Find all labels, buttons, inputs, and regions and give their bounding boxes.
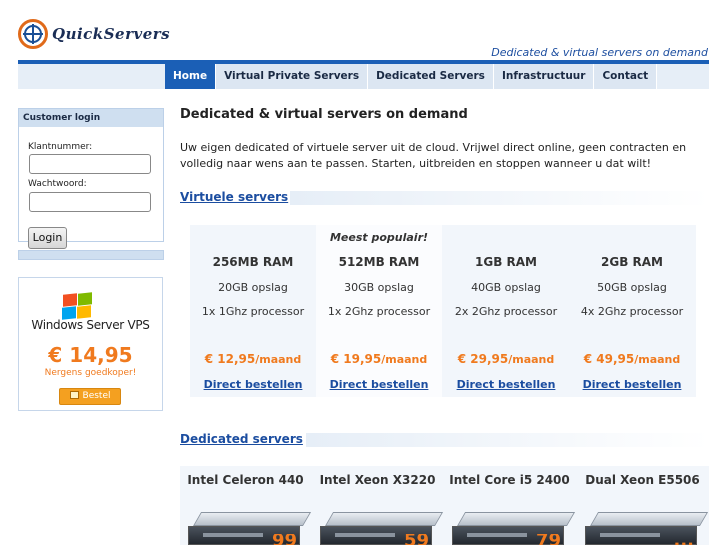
section-divider bbox=[306, 433, 709, 447]
server-name: Intel Xeon X3220 bbox=[319, 473, 436, 487]
dedicated-servers-table: Intel Celeron 440 99 Intel Xeon X3220 59… bbox=[180, 466, 709, 545]
nav-infrastructure[interactable]: Infrastructuur bbox=[493, 64, 595, 89]
server-price: 79 bbox=[535, 534, 561, 545]
vps-plan: 256MB RAM 20GB opslag 1x 1Ghz processor … bbox=[190, 225, 316, 397]
plan-ram: 2GB RAM bbox=[601, 255, 663, 269]
promo-order-label: Bestel bbox=[82, 391, 111, 401]
plan-cpu: 1x 2Ghz processor bbox=[327, 305, 431, 318]
password-input[interactable] bbox=[29, 192, 151, 212]
plan-cpu: 2x 2Ghz processor bbox=[454, 305, 558, 318]
plan-price: € 19,95/maand bbox=[330, 352, 428, 366]
plan-ram: 512MB RAM bbox=[338, 255, 420, 269]
vps-section-link[interactable]: Virtuele servers bbox=[180, 190, 288, 204]
server-price: 99 bbox=[271, 534, 297, 545]
popular-badge: Meest populair! bbox=[329, 231, 429, 244]
intro-text: Uw eigen dedicated of virtuele server ui… bbox=[180, 141, 687, 170]
server-name: Intel Celeron 440 bbox=[187, 473, 304, 487]
plan-price: € 29,95/maand bbox=[457, 352, 555, 366]
windows-vps-promo[interactable]: Windows Server VPS € 14,95 Nergens goedk… bbox=[18, 277, 163, 411]
login-button[interactable]: Login bbox=[28, 227, 67, 249]
plan-disk: 50GB opslag bbox=[597, 281, 667, 294]
server-name: Intel Core i5 2400 bbox=[449, 473, 570, 487]
order-link[interactable]: Direct bestellen bbox=[443, 378, 569, 391]
plan-cpu: 4x 2Ghz processor bbox=[580, 305, 684, 318]
page-title: Dedicated & virtual servers on demand bbox=[180, 107, 468, 122]
promo-order-button[interactable]: Bestel bbox=[59, 388, 121, 405]
vps-plans-table: 256MB RAM 20GB opslag 1x 1Ghz processor … bbox=[190, 225, 696, 397]
nav-home[interactable]: Home bbox=[165, 64, 217, 89]
server-name: Dual Xeon E5506 bbox=[585, 473, 700, 487]
password-label: Wachtwoord: bbox=[28, 179, 87, 189]
username-label: Klantnummer: bbox=[28, 142, 93, 152]
dedicated-server: Dual Xeon E5506 ... bbox=[577, 466, 709, 545]
order-link[interactable]: Direct bestellen bbox=[316, 378, 442, 391]
nav-dedicated[interactable]: Dedicated Servers bbox=[368, 64, 494, 89]
plan-ram: 256MB RAM bbox=[212, 255, 294, 269]
server-price: 59 bbox=[403, 534, 429, 545]
customer-login-panel: Customer login Klantnummer: Wachtwoord: … bbox=[18, 108, 164, 249]
plan-ram: 1GB RAM bbox=[475, 255, 537, 269]
nav-contact[interactable]: Contact bbox=[594, 64, 658, 89]
plan-disk: 30GB opslag bbox=[344, 281, 414, 294]
secondary-panel-header bbox=[18, 250, 164, 260]
tagline: Dedicated & virtual servers on demand bbox=[491, 46, 708, 59]
plan-price: € 12,95/maand bbox=[204, 352, 302, 366]
dedicated-section-link[interactable]: Dedicated servers bbox=[180, 432, 303, 446]
cart-icon bbox=[69, 391, 79, 399]
vps-plan: 2GB RAM 50GB opslag 4x 2Ghz processor € … bbox=[569, 225, 695, 397]
order-link[interactable]: Direct bestellen bbox=[569, 378, 695, 391]
username-input[interactable] bbox=[29, 154, 151, 174]
vps-plan: Meest populair! 512MB RAM 30GB opslag 1x… bbox=[316, 225, 442, 397]
login-title: Customer login bbox=[19, 109, 163, 127]
plan-disk: 40GB opslag bbox=[471, 281, 541, 294]
plan-disk: 20GB opslag bbox=[218, 281, 288, 294]
main-nav: Home Virtual Private Servers Dedicated S… bbox=[165, 64, 658, 89]
server-price: ... bbox=[673, 534, 694, 545]
nav-vps[interactable]: Virtual Private Servers bbox=[216, 64, 369, 89]
vps-plan: 1GB RAM 40GB opslag 2x 2Ghz processor € … bbox=[443, 225, 569, 397]
promo-subtitle: Nergens goedkoper! bbox=[44, 368, 137, 378]
brand-name: QuickServers bbox=[52, 25, 171, 43]
plan-price: € 49,95/maand bbox=[583, 352, 681, 366]
promo-title: Windows Server VPS bbox=[31, 318, 150, 332]
windows-logo-icon bbox=[59, 292, 92, 320]
dedicated-server: Intel Core i5 2400 79 bbox=[444, 466, 576, 545]
dedicated-server: Intel Celeron 440 99 bbox=[180, 466, 312, 545]
plan-cpu: 1x 1Ghz processor bbox=[201, 305, 305, 318]
promo-price: € 14,95 bbox=[48, 343, 133, 367]
order-link[interactable]: Direct bestellen bbox=[190, 378, 316, 391]
logo[interactable]: QuickServers bbox=[18, 18, 183, 50]
globe-icon bbox=[18, 19, 48, 49]
section-divider bbox=[290, 191, 709, 205]
dedicated-server: Intel Xeon X3220 59 bbox=[312, 466, 444, 545]
